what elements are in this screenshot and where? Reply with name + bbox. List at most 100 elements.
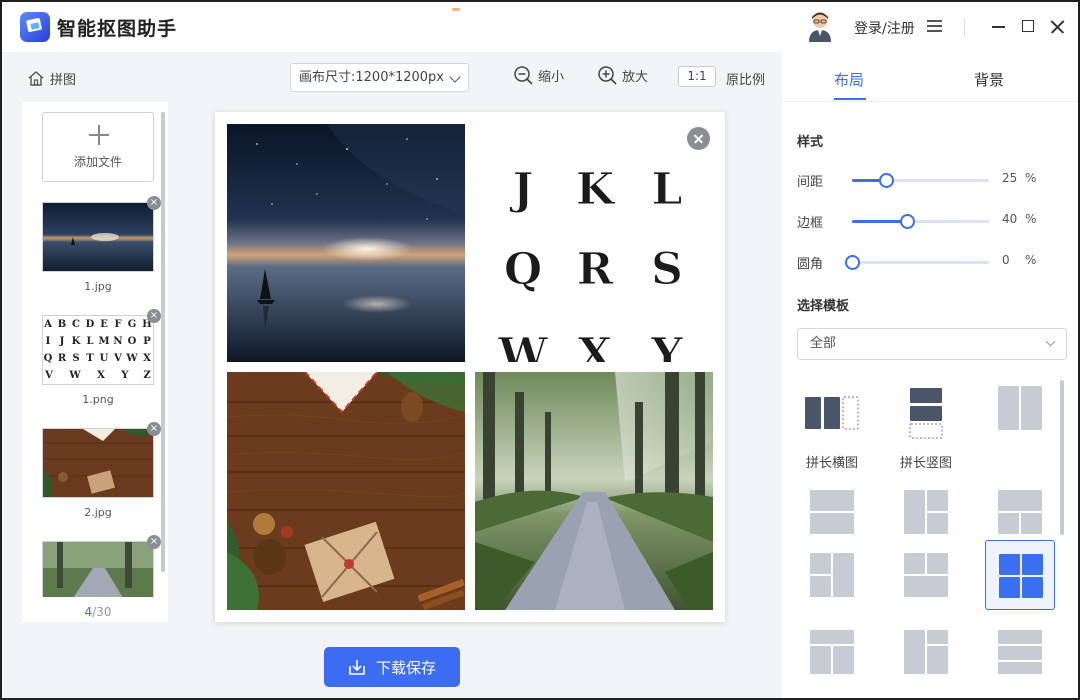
letter-glyph: S [651,244,683,295]
template-option[interactable] [797,477,867,547]
collage-canvas[interactable]: C D E JKL QRS WX Y [215,112,725,622]
template-long-horizontal[interactable] [797,383,867,443]
template-section-title: 选择模板 [797,299,850,314]
file-list-scrollbar[interactable] [161,112,165,572]
letter-glyph: Y [650,329,683,362]
file-thumb-1[interactable] [42,202,154,272]
thumb-letter-glyph: V [44,370,53,381]
border-label: 边框 [797,216,824,231]
thumb-letter-glyph: X [97,370,105,381]
zoom-in-label: 放大 [622,70,649,85]
tab-divider [782,101,1078,102]
add-file-label: 添加文件 [73,155,122,169]
border-slider-row: 边框 40 % [797,211,1067,231]
template-option[interactable] [797,617,867,687]
collage-cell-3[interactable] [227,372,465,610]
thumb-letter-glyph: F [114,319,121,330]
remove-cell-icon[interactable] [687,127,710,150]
zoom-out-button[interactable]: 缩小 [514,66,564,85]
template-option[interactable] [985,383,1055,453]
thumb-letter-glyph: S [72,353,79,364]
app-window: 智能抠图助手 登录/注册 拼图 画布尺寸:1200*1200px 缩小 放大 1… [0,0,1080,700]
remove-file-icon[interactable]: × [147,535,161,549]
radius-slider-handle[interactable] [845,255,860,270]
download-save-button[interactable]: 下载保存 [324,647,460,687]
layout-cell [810,513,854,534]
thumb-letter-glyph: I [46,336,51,347]
file-thumb-3[interactable] [42,428,154,498]
file-name: 2.jpg [84,506,112,519]
menu-icon[interactable] [927,20,942,33]
spacing-slider[interactable] [852,173,989,188]
remove-file-icon[interactable]: × [147,422,161,436]
original-ratio-label[interactable]: 原比例 [726,69,765,88]
chevron-down-icon [449,71,461,83]
thumb-letter-glyph: C [72,319,80,330]
canvas-size-select[interactable]: 画布尺寸:1200*1200px [290,63,469,92]
maximize-icon[interactable] [1019,17,1039,37]
layout-icon [998,386,1042,430]
thumb-letter-glyph: U [100,353,109,364]
add-file-button[interactable]: 添加文件 [42,112,154,182]
collage-cell-2[interactable]: C D E JKL QRS WX Y [475,124,713,362]
remove-file-icon[interactable]: × [147,196,161,210]
breadcrumb-label[interactable]: 拼图 [50,69,76,88]
template-option[interactable] [985,617,1055,687]
zoom-in-button[interactable]: 放大 [598,66,648,85]
file-thumb-4[interactable] [42,541,154,597]
file-thumb-2[interactable]: ABCDEFGHIJKLMNOPQRSTUVWXVWXYZ [42,315,154,385]
wood-christmas-gift-image [227,372,465,610]
layout-cell [999,577,1020,598]
thumb-letters-image: A B C D E F G HI J K L M N O PQ R S T U V W XV W X Y Z [43,316,153,384]
template-option-selected[interactable] [985,540,1055,610]
template-filter-select[interactable]: 全部 [797,328,1067,360]
zoom-out-icon [514,66,533,85]
thumb-letter-glyph: G [128,319,137,330]
layout-cell [810,490,854,511]
zoom-in-icon [598,66,617,85]
thumb-letter-glyph: J [59,336,65,347]
file-count-total: 30 [96,605,112,619]
thumb-letter-glyph: N [113,336,122,347]
file-name: 1.png [82,393,114,406]
ratio-button[interactable]: 1:1 [678,66,716,87]
collage-cell-4[interactable] [475,372,713,610]
template-label-horizontal[interactable]: 拼长横图 [792,452,872,471]
minimize-icon[interactable] [989,17,1009,37]
remove-file-icon[interactable]: × [147,309,161,323]
collage-cell-1[interactable] [227,124,465,362]
download-icon [349,660,365,675]
layout-icon [999,554,1043,598]
letter-glyph: K [576,164,616,215]
breadcrumb[interactable]: 拼图 [28,69,76,88]
border-slider-handle[interactable] [900,214,915,229]
tab-background[interactable]: 背景 [974,69,1004,90]
thumb-letter-glyph: V [113,353,122,364]
user-avatar-icon[interactable] [807,12,833,42]
layout-cell [904,576,948,597]
spacing-slider-handle[interactable] [879,173,894,188]
login-register-link[interactable]: 登录/注册 [854,18,915,38]
night-sea-image [227,124,465,362]
layout-cell [810,553,831,574]
radius-slider[interactable] [845,255,989,270]
template-label-vertical[interactable]: 拼长竖图 [886,452,966,471]
template-option[interactable] [891,617,961,687]
template-option[interactable] [891,540,961,610]
border-slider[interactable] [852,214,989,229]
layout-cell [998,662,1042,674]
template-option[interactable] [797,540,867,610]
template-scrollbar[interactable] [1060,380,1064,535]
close-window-icon[interactable] [1048,17,1068,37]
layout-cell [927,630,948,644]
tab-layout[interactable]: 布局 [834,69,864,90]
thumb-letter-glyph: P [143,336,151,347]
template-long-vertical[interactable] [891,383,961,443]
layout-cell [927,513,948,534]
thumb-letter-glyph: O [128,336,137,347]
layout-icon [810,553,854,597]
template-option[interactable] [985,477,1055,547]
home-icon[interactable] [28,71,44,86]
thumb-letter-glyph: A [43,319,52,330]
template-option[interactable] [891,477,961,547]
